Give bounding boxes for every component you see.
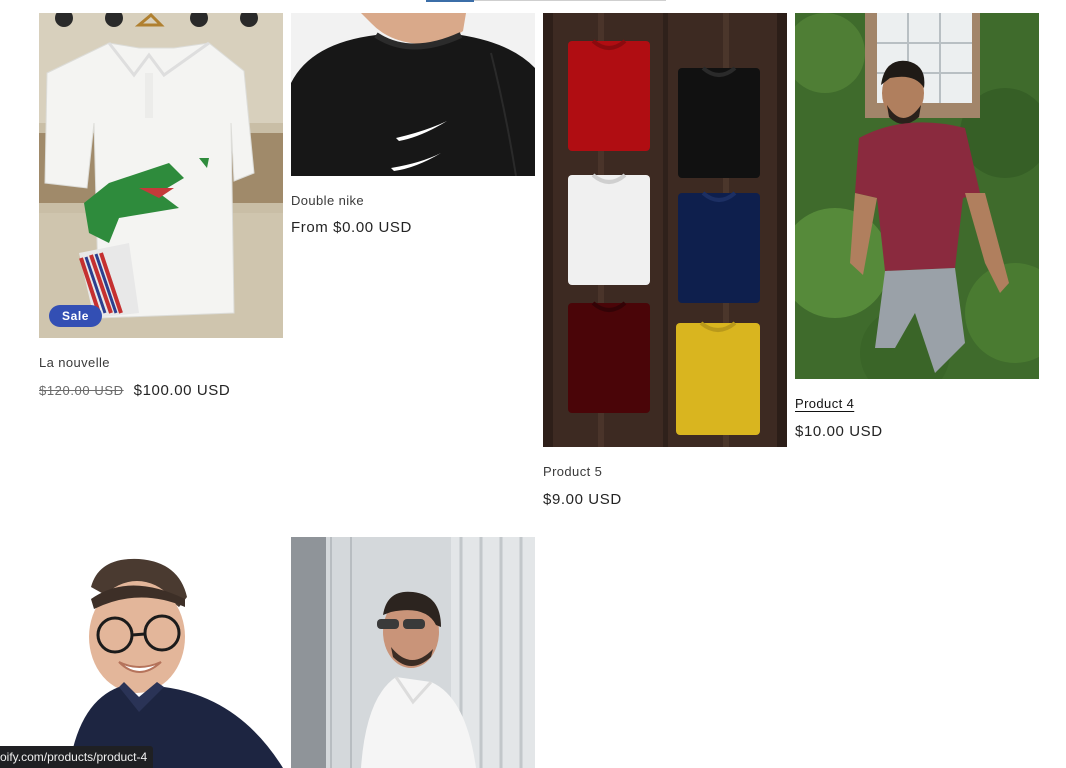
link-status-bar: oify.com/products/product-4 [0,746,154,768]
tab-indicator [426,0,474,2]
man-sunglasses-image [291,537,535,768]
man-in-polo-image [795,13,1039,379]
folded-tshirts-image [543,13,787,447]
smiling-man-glasses-image [39,537,283,768]
product-image-glasses-man[interactable] [39,537,283,768]
product-price-product-4: $10.00 USD [795,423,883,440]
product-title-product-4[interactable]: Product 4 [795,396,854,411]
product-card-product-5[interactable] [543,13,787,447]
product-title-la-nouvelle[interactable]: La nouvelle [39,355,110,370]
product-price-product-5: $9.00 USD [543,491,622,508]
product-image-la-nouvelle[interactable]: Sale [39,13,283,338]
product-price-double-nike: From $0.00 USD [291,219,412,236]
product-card-product-4[interactable] [795,13,1039,379]
product-price-la-nouvelle: $120.00 USD $100.00 USD [39,382,230,399]
nike-sweatshirt-image [291,13,535,176]
product-image-product-4[interactable] [795,13,1039,379]
product-grid-page: Sale La nouvelle $120.00 USD $100.00 USD … [0,0,1066,768]
product-image-double-nike[interactable] [291,13,535,176]
polo-shirt-image [39,13,283,338]
product-title-product-5[interactable]: Product 5 [543,464,602,479]
product-card-la-nouvelle[interactable]: Sale [39,13,283,338]
sale-badge: Sale [49,305,103,327]
product-card-glasses-man[interactable] [39,537,283,768]
product-image-product-5[interactable] [543,13,787,447]
product-title-double-nike[interactable]: Double nike [291,193,364,208]
product-image-sunglasses-man[interactable] [291,537,535,768]
product-card-double-nike[interactable] [291,13,535,176]
sale-price: $100.00 USD [133,382,231,399]
product-card-sunglasses-man[interactable] [291,537,535,768]
compare-at-price: $120.00 USD [39,383,124,398]
